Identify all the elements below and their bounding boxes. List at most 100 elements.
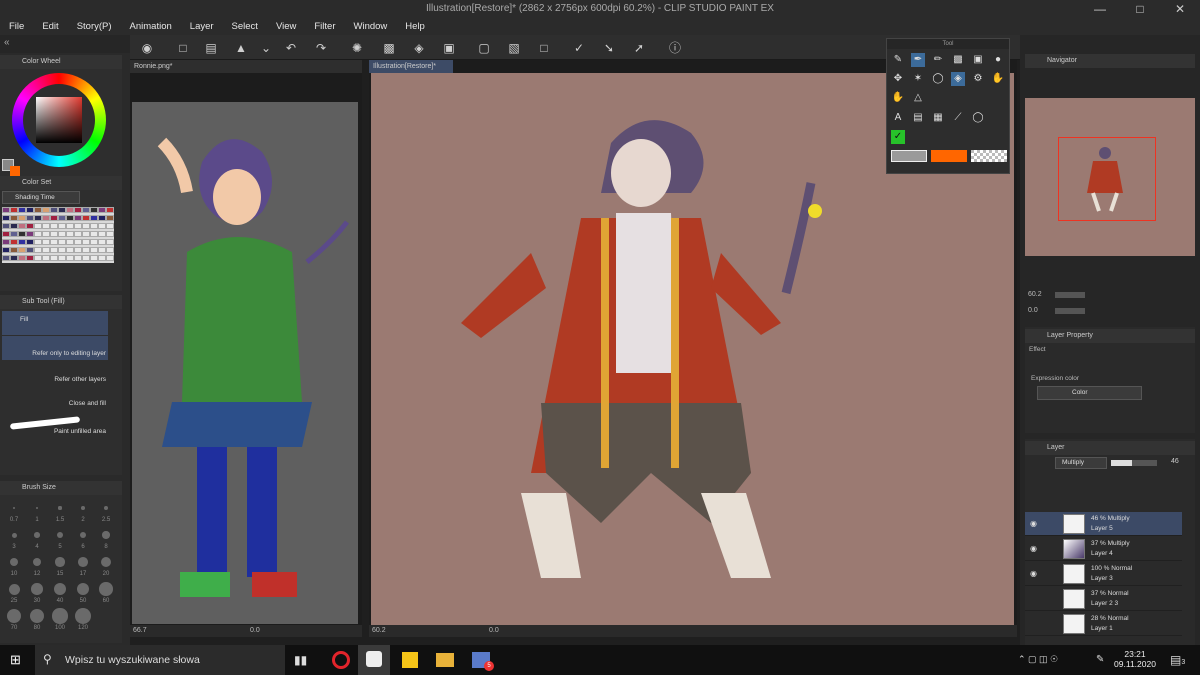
color-swatch[interactable]	[90, 215, 98, 221]
color-swatch[interactable]	[42, 231, 50, 237]
menu-edit[interactable]: Edit	[33, 21, 67, 32]
color-swatch[interactable]	[34, 239, 42, 245]
brush-size-dot[interactable]	[29, 608, 45, 624]
color-swatch[interactable]	[10, 247, 18, 253]
undo-icon[interactable]: ↶	[282, 39, 300, 57]
color-swatch[interactable]	[74, 231, 82, 237]
text-tool-icon[interactable]: A	[891, 111, 905, 125]
color-swatch[interactable]	[66, 255, 74, 261]
clip-studio-taskbar-icon[interactable]	[358, 645, 390, 675]
color-swatch[interactable]	[74, 223, 82, 229]
save-icon[interactable]: ▲	[232, 39, 250, 57]
color-swatch[interactable]	[98, 223, 106, 229]
canvas-tab-illustration[interactable]: Illustration[Restore]*	[369, 60, 453, 73]
menu-window[interactable]: Window	[345, 21, 397, 32]
opacity-slider[interactable]	[1111, 460, 1157, 466]
snap-special-icon[interactable]: ➚	[630, 39, 648, 57]
color-swatch[interactable]	[10, 239, 18, 245]
color-swatch[interactable]	[58, 255, 66, 261]
move-tool-icon[interactable]: ✥	[891, 72, 905, 86]
layer-row[interactable]: ◉ 100 % Normal Layer 3	[1025, 562, 1182, 586]
color-swatch[interactable]	[58, 207, 66, 213]
auto-select-icon[interactable]: ⚙	[971, 72, 985, 86]
color-swatch[interactable]	[74, 207, 82, 213]
color-swatch[interactable]	[18, 223, 26, 229]
eye-icon[interactable]: ◉	[1030, 519, 1037, 528]
subtool-refer-other[interactable]: Refer other layers	[2, 362, 108, 386]
color-swatch[interactable]	[50, 247, 58, 253]
line-tool-icon[interactable]: ⟋	[951, 111, 965, 125]
color-swatch[interactable]	[2, 247, 10, 253]
subtool-refer-editing[interactable]: Refer only to editing layer	[2, 336, 108, 360]
color-swatch[interactable]	[18, 207, 26, 213]
windows-start-icon[interactable]: ⊞	[10, 653, 24, 667]
help-icon[interactable]: ⓘ	[666, 39, 684, 57]
sub-color-swatch[interactable]	[10, 166, 20, 176]
brush-size-dot[interactable]	[31, 583, 43, 595]
navigator-preview[interactable]	[1025, 98, 1195, 256]
color-swatch[interactable]	[90, 247, 98, 253]
brush-size-dot[interactable]	[81, 506, 85, 510]
color-swatch[interactable]	[82, 223, 90, 229]
color-swatch[interactable]	[106, 215, 114, 221]
color-swatch[interactable]	[58, 239, 66, 245]
open-folder-icon[interactable]: ▤	[202, 39, 220, 57]
color-swatch[interactable]	[10, 215, 18, 221]
color-swatch[interactable]	[98, 231, 106, 237]
brush-size-dot[interactable]	[8, 583, 20, 595]
color-swatch[interactable]	[90, 255, 98, 261]
redo-icon[interactable]: ↷	[312, 39, 330, 57]
color-swatch[interactable]	[42, 223, 50, 229]
color-swatch[interactable]	[66, 223, 74, 229]
menu-file[interactable]: File	[0, 21, 33, 32]
left-canvas[interactable]	[132, 102, 358, 624]
fill-icon[interactable]: ◈	[410, 39, 428, 57]
subtool-paint-unfilled[interactable]: Paint unfilled area	[2, 414, 108, 438]
selection-border-icon[interactable]: □	[535, 39, 553, 57]
color-swatch[interactable]	[106, 207, 114, 213]
airbrush-tool-icon[interactable]: ▩	[951, 53, 965, 67]
color-swatch[interactable]	[26, 207, 34, 213]
brush-size-dot[interactable]	[99, 582, 113, 596]
color-swatch[interactable]	[50, 255, 58, 261]
color-swatch[interactable]	[34, 223, 42, 229]
menu-filter[interactable]: Filter	[305, 21, 344, 32]
brush-size-dot[interactable]	[13, 507, 15, 509]
double-arrow-icon[interactable]: «	[4, 37, 10, 48]
pen-input-icon[interactable]: ✎	[1096, 654, 1104, 665]
fill-tool-icon[interactable]: ◈	[951, 72, 965, 86]
color-swatch[interactable]	[2, 239, 10, 245]
color-swatch[interactable]	[106, 239, 114, 245]
swatch-grid[interactable]	[2, 207, 114, 263]
color-swatch[interactable]	[34, 231, 42, 237]
notification-center-icon[interactable]: ▤3	[1170, 653, 1185, 667]
color-swatch[interactable]	[50, 215, 58, 221]
color-swatch[interactable]	[10, 207, 18, 213]
color-swatch[interactable]	[50, 231, 58, 237]
color-swatch[interactable]	[58, 247, 66, 253]
pen-tool-icon[interactable]: ✎	[891, 53, 905, 67]
color-swatch[interactable]	[66, 239, 74, 245]
transparent-color-chip[interactable]	[971, 150, 1007, 162]
pencil-tool-icon[interactable]: ✒	[911, 53, 925, 67]
color-swatch[interactable]	[34, 207, 42, 213]
color-swatch[interactable]	[106, 231, 114, 237]
layer-row[interactable]: ◉ 46 % Multiply Layer 5	[1025, 512, 1182, 536]
brush-size-dot[interactable]	[53, 582, 67, 596]
color-swatch[interactable]	[98, 247, 106, 253]
brush-size-dot[interactable]	[10, 558, 18, 566]
taskbar-clock[interactable]: 23:21 09.11.2020	[1110, 649, 1160, 669]
color-swatch[interactable]	[50, 239, 58, 245]
menu-select[interactable]: Select	[223, 21, 267, 32]
frame-tool-icon[interactable]: ▤	[911, 111, 925, 125]
color-swatch[interactable]	[66, 231, 74, 237]
color-swatch[interactable]	[18, 231, 26, 237]
color-swatch[interactable]	[2, 231, 10, 237]
sticky-notes-icon[interactable]	[402, 652, 418, 668]
color-swatch[interactable]	[66, 207, 74, 213]
color-swatch[interactable]	[42, 255, 50, 261]
brush-size-dot[interactable]	[79, 531, 87, 539]
correct-line-icon[interactable]: ✓	[891, 130, 905, 144]
file-explorer-icon[interactable]	[436, 653, 454, 667]
color-swatch[interactable]	[90, 231, 98, 237]
